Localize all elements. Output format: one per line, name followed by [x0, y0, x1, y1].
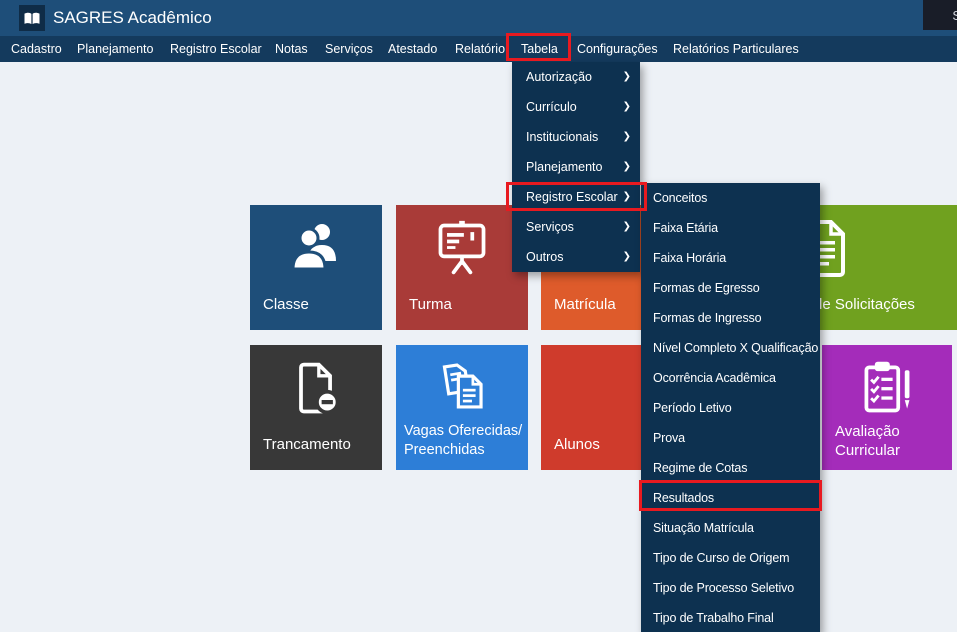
- chevron-right-icon: ❯: [623, 212, 631, 242]
- menubar-item-notas[interactable]: Notas: [275, 36, 308, 62]
- tile-label: Alunos: [554, 435, 600, 454]
- submenu-item-regime-de-cotas[interactable]: Regime de Cotas: [641, 453, 820, 483]
- submenu-item-prova[interactable]: Prova: [641, 423, 820, 453]
- menubar-item-registro-escolar[interactable]: Registro Escolar: [170, 36, 262, 62]
- submenu-item-tipo-de-trabalho-final[interactable]: Tipo de Trabalho Final: [641, 603, 820, 632]
- page-title: SAGRES Acadêmico: [53, 0, 212, 36]
- chevron-right-icon: ❯: [623, 92, 631, 122]
- clipboard-pen-icon: [857, 359, 917, 417]
- dropdown-item-curriculo[interactable]: Currículo❯: [512, 92, 640, 122]
- tile-avaliacao[interactable]: Avaliação Curricular: [822, 345, 952, 470]
- chevron-right-icon: ❯: [623, 152, 631, 182]
- chevron-right-icon: ❯: [623, 242, 631, 272]
- tile-label: Classe: [263, 295, 309, 314]
- submenu-item-nivel-completo-x-qualificacao[interactable]: Nível Completo X Qualificação: [641, 333, 820, 363]
- dropdown-item-outros[interactable]: Outros❯: [512, 242, 640, 272]
- submenu-item-tipo-de-curso-de-origem[interactable]: Tipo de Curso de Origem: [641, 543, 820, 573]
- tile-classe[interactable]: Classe: [250, 205, 382, 330]
- documents-copy-icon: [433, 359, 491, 415]
- submenu-item-ocorrencia-academica[interactable]: Ocorrência Acadêmica: [641, 363, 820, 393]
- app-header: SAGRES Acadêmico S: [0, 0, 957, 36]
- submenu-item-faixa-etaria[interactable]: Faixa Etária: [641, 213, 820, 243]
- dropdown-item-registro-escolar[interactable]: Registro Escolar❯: [512, 182, 640, 212]
- submenu-item-formas-de-egresso[interactable]: Formas de Egresso: [641, 273, 820, 303]
- menubar-item-cadastro[interactable]: Cadastro: [11, 36, 62, 62]
- tile-trancamento[interactable]: Trancamento: [250, 345, 382, 470]
- submenu-item-periodo-letivo[interactable]: Período Letivo: [641, 393, 820, 423]
- dropdown-item-institucionais[interactable]: Institucionais❯: [512, 122, 640, 152]
- submenu-item-faixa-horaria[interactable]: Faixa Horária: [641, 243, 820, 273]
- tile-label: Avaliação Curricular: [835, 422, 900, 460]
- presentation-board-icon: [432, 219, 492, 277]
- sagres-app-window: SAGRES Acadêmico S Cadastro Planejamento…: [0, 0, 957, 632]
- chevron-right-icon: ❯: [623, 62, 631, 92]
- menubar-item-tabela[interactable]: Tabela: [521, 36, 558, 62]
- tile-label: Trancamento: [263, 435, 351, 454]
- main-menubar: Cadastro Planejamento Registro Escolar N…: [0, 36, 957, 62]
- submenu-item-situacao-matricula[interactable]: Situação Matrícula: [641, 513, 820, 543]
- chevron-right-icon: ❯: [623, 182, 631, 212]
- submenu-item-resultados[interactable]: Resultados: [641, 483, 820, 513]
- submenu-item-tipo-de-processo-seletivo[interactable]: Tipo de Processo Seletivo: [641, 573, 820, 603]
- dropdown-item-servicos[interactable]: Serviços❯: [512, 212, 640, 242]
- menubar-item-relatorios-particulares[interactable]: Relatórios Particulares: [673, 36, 799, 62]
- menubar-item-atestado[interactable]: Atestado: [388, 36, 437, 62]
- submenu-item-formas-de-ingresso[interactable]: Formas de Ingresso: [641, 303, 820, 333]
- user-menu-partial[interactable]: S: [923, 0, 957, 30]
- app-logo: [19, 5, 45, 31]
- user-menu-label: S: [952, 8, 957, 23]
- document-minus-icon: [286, 359, 346, 417]
- submenu-item-conceitos[interactable]: Conceitos: [641, 183, 820, 213]
- menubar-item-relatorio[interactable]: Relatório: [455, 36, 505, 62]
- chevron-right-icon: ❯: [623, 122, 631, 152]
- tile-vagas[interactable]: Vagas Oferecidas/ Preenchidas: [396, 345, 528, 470]
- open-book-icon: [23, 11, 41, 26]
- dropdown-item-planejamento[interactable]: Planejamento❯: [512, 152, 640, 182]
- tile-label: le Solicitações: [819, 295, 915, 314]
- registro-escolar-submenu: Conceitos Faixa Etária Faixa Horária For…: [641, 183, 820, 632]
- menubar-item-planejamento[interactable]: Planejamento: [77, 36, 153, 62]
- menubar-item-configuracoes[interactable]: Configurações: [577, 36, 658, 62]
- tile-turma[interactable]: Turma: [396, 205, 528, 330]
- tile-label: Turma: [409, 295, 452, 314]
- people-icon: [284, 219, 348, 275]
- dropdown-item-autorizacao[interactable]: Autorização❯: [512, 62, 640, 92]
- tile-label: Vagas Oferecidas/ Preenchidas: [404, 422, 522, 460]
- menubar-item-servicos[interactable]: Serviços: [325, 36, 373, 62]
- tabela-dropdown-menu: Autorização❯ Currículo❯ Institucionais❯ …: [512, 62, 640, 272]
- tile-label: Matrícula: [554, 295, 616, 314]
